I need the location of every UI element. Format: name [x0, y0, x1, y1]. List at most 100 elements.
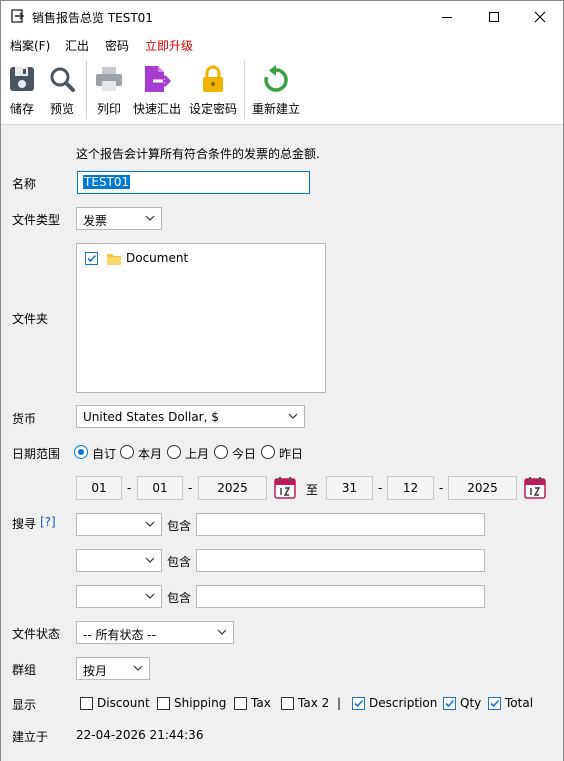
menu-upgrade[interactable]: 立即升级: [145, 37, 193, 54]
status-select[interactable]: -- 所有状态 --: [76, 621, 234, 644]
group-value: 按月: [83, 664, 108, 678]
export-file-icon: [145, 66, 172, 92]
folder-label: 文件夹: [12, 312, 49, 326]
search-help-link[interactable]: [?]: [40, 515, 56, 529]
title-bar: 销售报告总览 TEST01: [1, 1, 563, 32]
menu-file[interactable]: 档案(F): [10, 37, 50, 54]
preview-button[interactable]: 预览: [46, 63, 78, 117]
group-select[interactable]: 按月: [76, 657, 150, 680]
date-option-this-month: 本月: [138, 447, 163, 461]
report-description: 这个报告会计算所有符合条件的发票的总金额.: [76, 147, 320, 161]
date-radio-custom[interactable]: [74, 445, 88, 459]
name-value: TEST01: [83, 175, 131, 189]
chevron-down-icon: [217, 629, 227, 635]
display-shipping-checkbox[interactable]: [157, 697, 170, 710]
chevron-down-icon: [288, 413, 298, 419]
chevron-down-icon: [145, 593, 155, 599]
from-month-field[interactable]: 01: [137, 476, 183, 500]
display-total-checkbox[interactable]: [488, 697, 501, 710]
date-radio-this-month[interactable]: [120, 445, 134, 459]
set-password-label: 设定密码: [188, 102, 237, 116]
display-discount-label: Discount: [97, 696, 150, 710]
calendar-icon[interactable]: [523, 476, 547, 500]
calendar-icon[interactable]: [273, 476, 297, 500]
chevron-down-icon: [145, 557, 155, 563]
magnifier-icon: [50, 67, 75, 92]
date-separator: -: [127, 481, 132, 495]
display-discount-checkbox[interactable]: [80, 697, 93, 710]
rebuild-button[interactable]: 重新建立: [251, 63, 301, 117]
display-qty-label: Qty: [460, 696, 482, 710]
folder-tree: Document: [76, 243, 326, 393]
contains-label: 包含: [167, 591, 192, 605]
checkmark-icon: [490, 699, 500, 708]
refresh-icon: [264, 65, 288, 92]
maximize-button[interactable]: [471, 1, 517, 32]
save-label: 储存: [9, 102, 34, 116]
date-radio-today[interactable]: [214, 445, 228, 459]
search-input-2[interactable]: [196, 549, 485, 572]
report-window: 销售报告总览 TEST01 档案(F) 汇出 密码 立即升级 储存 预览 列印 …: [0, 0, 564, 761]
app-icon: [11, 9, 25, 23]
search-field-select-1[interactable]: [76, 513, 162, 536]
date-radio-yesterday[interactable]: [261, 445, 275, 459]
window-title: 销售报告总览 TEST01: [32, 11, 153, 25]
status-label: 文件状态: [12, 627, 61, 641]
date-radio-last-month[interactable]: [167, 445, 181, 459]
checkmark-icon: [445, 699, 455, 708]
toolbar: 储存 预览 列印 快速汇出 设定密码 重新建立: [1, 57, 563, 125]
to-day-field[interactable]: 31: [326, 476, 373, 500]
maximize-icon: [489, 11, 499, 22]
save-button[interactable]: 储存: [6, 63, 38, 117]
printer-icon: [96, 67, 122, 91]
folder-checkbox[interactable]: [85, 252, 98, 265]
display-separator: |: [337, 696, 342, 710]
search-field-select-3[interactable]: [76, 585, 162, 608]
date-option-last-month: 上月: [185, 447, 210, 461]
date-separator: -: [439, 481, 444, 495]
display-description-label: Description: [369, 696, 438, 710]
date-option-today: 今日: [232, 447, 257, 461]
from-day-field[interactable]: 01: [76, 476, 122, 500]
folder-icon: [107, 254, 121, 265]
close-button[interactable]: [517, 1, 563, 32]
floppy-disk-icon: [10, 67, 34, 91]
menu-export[interactable]: 汇出: [65, 37, 89, 54]
currency-select[interactable]: United States Dollar, $: [76, 405, 305, 428]
currency-label: 货币: [12, 412, 37, 426]
search-input-1[interactable]: [196, 513, 485, 536]
contains-label: 包含: [167, 519, 192, 533]
minimize-button[interactable]: [424, 1, 470, 32]
date-separator: -: [378, 481, 383, 495]
display-description-checkbox[interactable]: [352, 697, 365, 710]
date-option-custom: 自订: [92, 447, 117, 461]
folder-item-label: Document: [126, 251, 189, 265]
display-tax-checkbox[interactable]: [234, 697, 247, 710]
status-value: -- 所有状态 --: [83, 628, 156, 642]
toolbar-separator: [244, 61, 245, 119]
date-range-label: 日期范围: [12, 447, 61, 461]
to-year-field[interactable]: 2025: [448, 476, 517, 500]
chevron-down-icon: [145, 215, 155, 221]
doctype-select[interactable]: 发票: [76, 207, 162, 230]
to-month-field[interactable]: 12: [387, 476, 434, 500]
display-qty-checkbox[interactable]: [443, 697, 456, 710]
date-option-yesterday: 昨日: [279, 447, 304, 461]
print-button[interactable]: 列印: [93, 63, 125, 117]
menu-password[interactable]: 密码: [105, 37, 129, 54]
quick-export-button[interactable]: 快速汇出: [132, 63, 182, 117]
from-year-field[interactable]: 2025: [198, 476, 267, 500]
search-field-select-2[interactable]: [76, 549, 162, 572]
display-tax2-checkbox[interactable]: [281, 697, 294, 710]
chevron-down-icon: [145, 521, 155, 527]
doctype-value: 发票: [83, 214, 108, 228]
set-password-button[interactable]: 设定密码: [188, 63, 238, 117]
doctype-label: 文件类型: [12, 213, 61, 227]
display-tax-label: Tax: [251, 696, 271, 710]
name-input[interactable]: TEST01: [77, 171, 310, 194]
name-label: 名称: [12, 177, 37, 191]
chevron-down-icon: [133, 665, 143, 671]
search-input-3[interactable]: [196, 585, 485, 608]
search-label: 搜寻: [12, 517, 37, 531]
lock-icon: [203, 65, 223, 92]
